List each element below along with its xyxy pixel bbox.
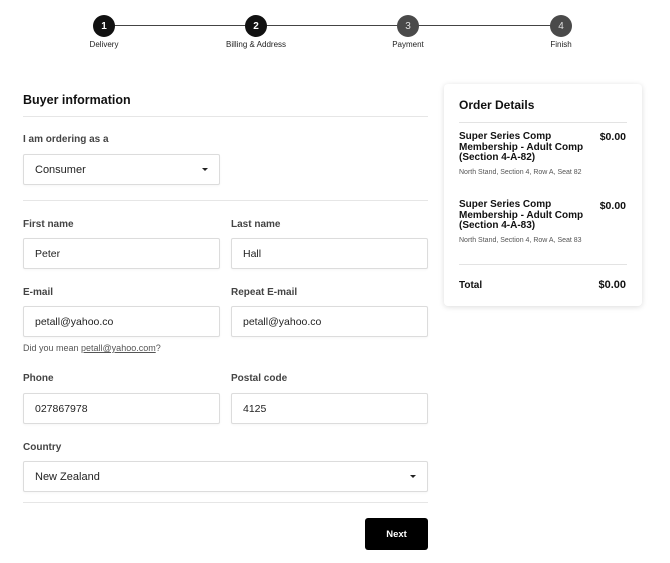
order-item-desc: North Stand, Section 4, Row A, Seat 83 [459, 237, 582, 244]
email-label: E-mail [23, 287, 54, 298]
step-number: 1 [93, 15, 115, 37]
order-item-desc: North Stand, Section 4, Row A, Seat 82 [459, 169, 582, 176]
next-button[interactable]: Next [365, 518, 428, 550]
last-name-label: Last name [231, 219, 281, 230]
divider [23, 116, 428, 117]
divider [23, 502, 428, 503]
repeat-email-value: petall@yahoo.co [243, 315, 322, 328]
step-label: Billing & Address [225, 40, 287, 49]
divider [459, 264, 627, 265]
first-name-value: Peter [35, 247, 61, 260]
postal-code-label: Postal code [231, 373, 288, 384]
order-title: Order Details [459, 98, 535, 112]
order-details-panel: Order Details Super Series Comp Membersh… [444, 84, 642, 306]
step-number: 4 [550, 15, 572, 37]
email-field[interactable]: petall@yahoo.co [23, 306, 220, 337]
postal-code-value: 4125 [243, 402, 267, 415]
ordering-as-select[interactable]: Consumer [23, 154, 220, 185]
step-number: 2 [245, 15, 267, 37]
repeat-email-label: Repeat E-mail [231, 287, 298, 298]
first-name-field[interactable]: Peter [23, 238, 220, 269]
ordering-as-label: I am ordering as a [23, 134, 109, 145]
first-name-label: First name [23, 219, 74, 230]
total-value: $0.00 [598, 279, 626, 291]
phone-field[interactable]: 027867978 [23, 393, 220, 424]
phone-label: Phone [23, 373, 54, 384]
step-label: Payment [392, 40, 424, 49]
section-title: Buyer information [23, 93, 131, 107]
step-payment: 3 Payment [348, 15, 468, 49]
step-billing[interactable]: 2 Billing & Address [196, 15, 316, 49]
order-item-price: $0.00 [599, 200, 626, 212]
last-name-value: Hall [243, 247, 262, 260]
chevron-down-icon [202, 168, 208, 171]
repeat-email-field[interactable]: petall@yahoo.co [231, 306, 428, 337]
divider [459, 122, 627, 123]
country-label: Country [23, 442, 62, 453]
postal-code-field[interactable]: 4125 [231, 393, 428, 424]
checkout-stepper: 1 Delivery 2 Billing & Address 3 Payment… [0, 0, 670, 60]
email-suggestion-link[interactable]: petall@yahoo.com [81, 343, 156, 353]
phone-value: 027867978 [35, 402, 88, 415]
country-select[interactable]: New Zealand [23, 461, 428, 492]
email-hint-prefix: Did you mean [23, 343, 82, 353]
ordering-as-value: Consumer [35, 163, 86, 176]
step-label: Delivery [89, 40, 119, 49]
step-finish: 4 Finish [501, 15, 621, 49]
chevron-down-icon [410, 475, 416, 478]
email-suggestion: Did you mean petall@yahoo.com? [23, 343, 161, 353]
order-item-price: $0.00 [599, 131, 626, 143]
country-value: New Zealand [35, 470, 100, 483]
step-delivery[interactable]: 1 Delivery [44, 15, 164, 49]
order-item-name: Super Series Comp Membership - Adult Com… [459, 131, 584, 163]
email-value: petall@yahoo.co [35, 315, 114, 328]
total-label: Total [459, 280, 483, 291]
divider [23, 200, 428, 201]
step-number: 3 [397, 15, 419, 37]
last-name-field[interactable]: Hall [231, 238, 428, 269]
step-label: Finish [550, 40, 572, 49]
email-hint-suffix: ? [155, 343, 161, 353]
order-item-name: Super Series Comp Membership - Adult Com… [459, 199, 584, 231]
